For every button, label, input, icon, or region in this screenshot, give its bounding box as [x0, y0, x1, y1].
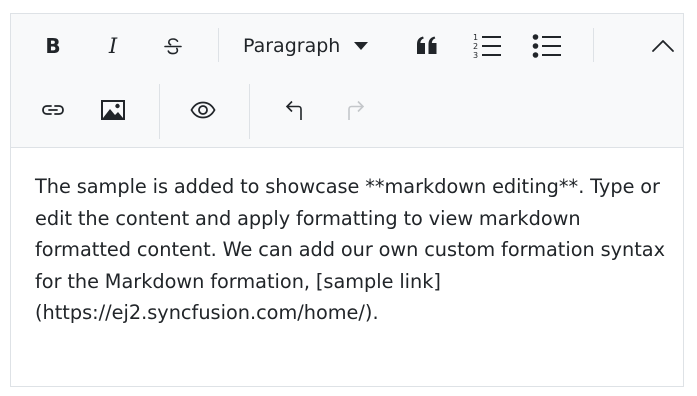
- toolbar-separator: [218, 28, 219, 62]
- toolbar-separator: [593, 28, 594, 62]
- svg-text:3: 3: [473, 51, 478, 60]
- eye-icon: [190, 101, 216, 119]
- undo-button[interactable]: [275, 90, 315, 130]
- svg-text:1: 1: [473, 33, 478, 42]
- redo-button[interactable]: [335, 90, 375, 130]
- unordered-list-icon: [532, 34, 561, 58]
- bold-button[interactable]: B: [33, 26, 73, 66]
- italic-button[interactable]: I: [93, 26, 133, 66]
- editor-text: The sample is added to showcase **markdo…: [35, 175, 666, 324]
- svg-text:2: 2: [473, 42, 478, 51]
- insert-link-button[interactable]: [33, 90, 73, 130]
- link-icon: [42, 105, 64, 115]
- italic-icon: I: [108, 34, 118, 58]
- blockquote-icon: [417, 36, 437, 54]
- chevron-up-icon: [652, 40, 674, 52]
- undo-icon: [285, 100, 302, 120]
- editor-toolbar: B I Paragraph 1 2 3: [11, 14, 683, 148]
- ordered-list-icon: 1 2 3: [473, 33, 501, 60]
- format-dropdown-label: Paragraph: [243, 35, 341, 57]
- blockquote-button[interactable]: [407, 26, 447, 66]
- format-dropdown[interactable]: Paragraph: [243, 26, 383, 66]
- toolbar-separator: [249, 84, 250, 139]
- redo-icon: [348, 100, 365, 120]
- insert-image-button[interactable]: [93, 90, 133, 130]
- markdown-editor: B I Paragraph 1 2 3 The sample is added …: [10, 13, 684, 387]
- strikethrough-button[interactable]: [153, 26, 193, 66]
- caret-down-icon: [354, 42, 369, 50]
- collapse-toolbar-button[interactable]: [643, 26, 683, 66]
- toolbar-separator: [159, 84, 160, 139]
- editor-content-area[interactable]: The sample is added to showcase **markdo…: [35, 171, 675, 329]
- preview-button[interactable]: [183, 90, 223, 130]
- strikethrough-icon: [164, 38, 182, 55]
- ordered-list-button[interactable]: 1 2 3: [467, 26, 507, 66]
- image-icon: [101, 100, 125, 120]
- unordered-list-button[interactable]: [527, 26, 567, 66]
- bold-icon: B: [45, 34, 61, 58]
